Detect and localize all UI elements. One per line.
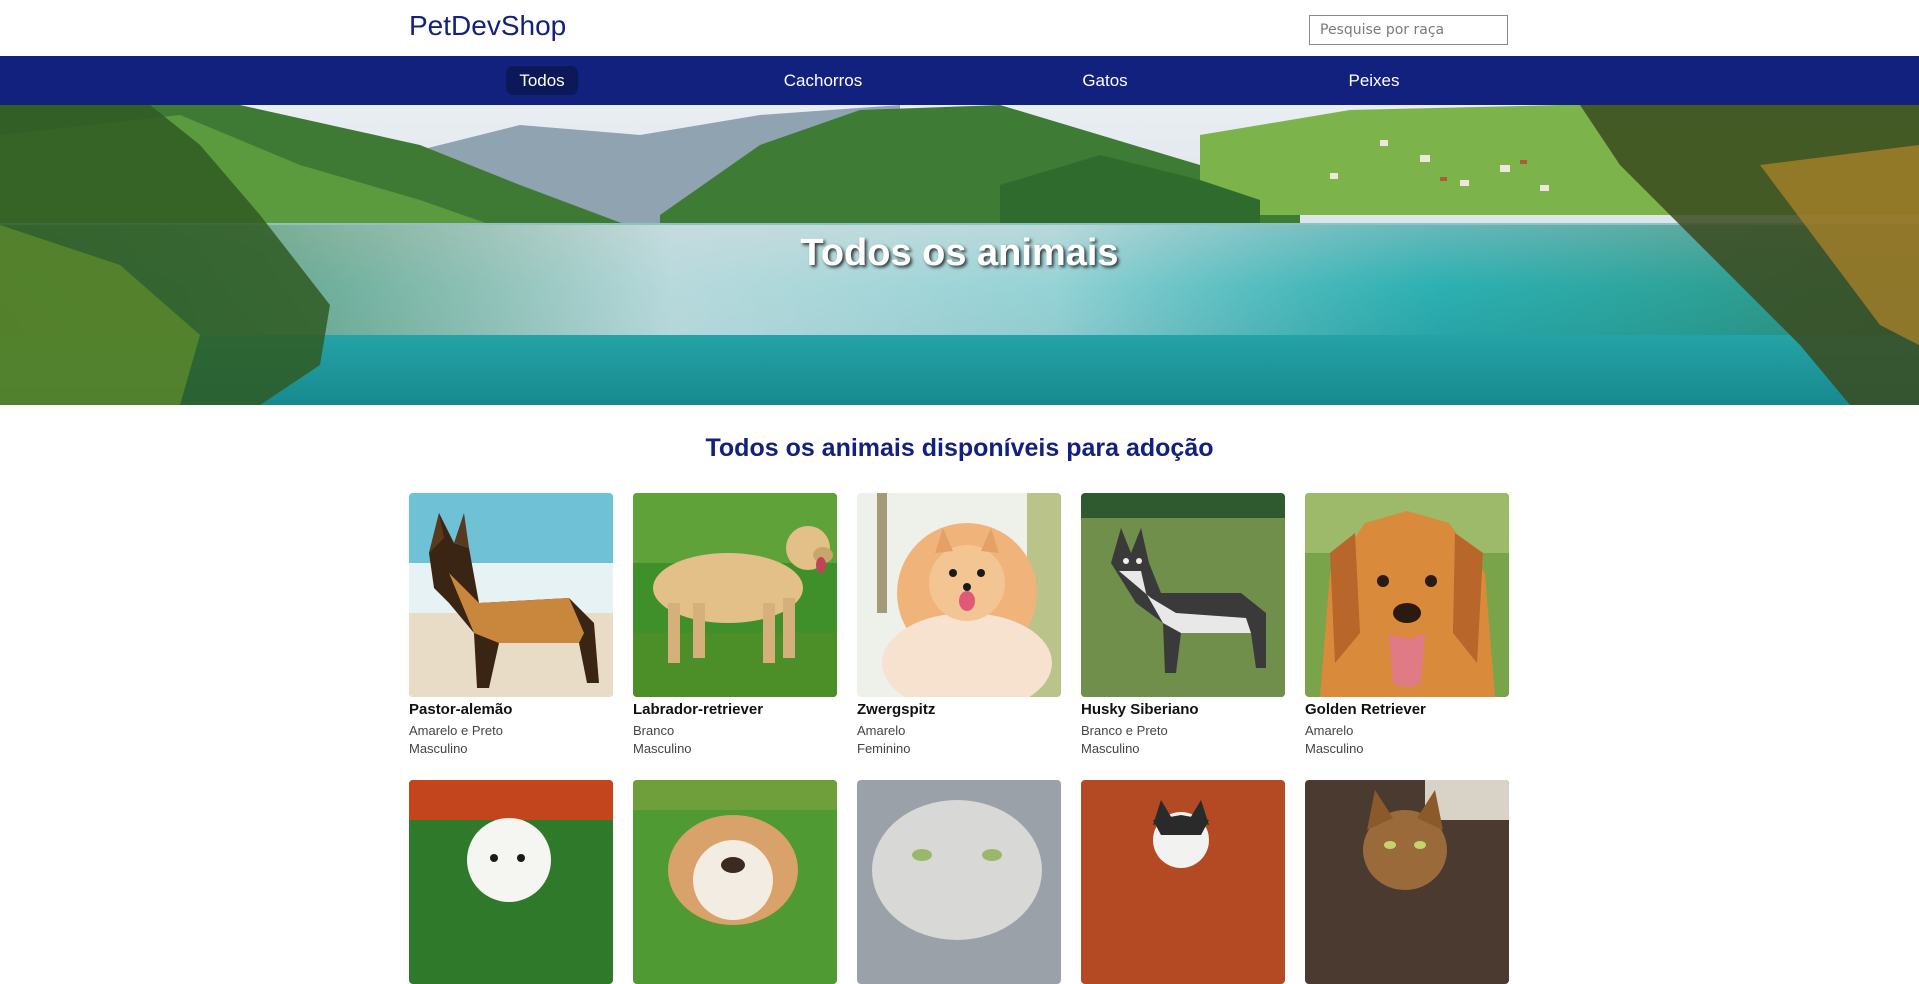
pet-card[interactable] <box>857 780 1061 984</box>
hero-banner: Todos os animais <box>0 105 1919 405</box>
pet-card[interactable]: Labrador-retriever Branco Masculino <box>633 493 837 756</box>
nav-item-peixes[interactable]: Peixes <box>1335 66 1413 95</box>
pet-name: Zwergspitz <box>857 701 936 718</box>
pet-photo <box>633 493 837 697</box>
pet-card[interactable]: Golden Retriever Amarelo Masculino <box>1305 493 1509 756</box>
pet-name: Husky Siberiano <box>1081 701 1199 718</box>
pet-sex: Masculino <box>1305 741 1364 756</box>
pet-photo <box>1081 493 1285 697</box>
pet-photo <box>1305 493 1509 697</box>
category-nav: Todos Cachorros Gatos Peixes <box>0 56 1919 105</box>
pet-color: Amarelo <box>1305 723 1354 738</box>
pet-card[interactable] <box>633 780 837 984</box>
pet-card[interactable]: Pastor-alemão Amarelo e Preto Masculino <box>409 493 613 756</box>
search-input[interactable] <box>1309 15 1508 45</box>
pet-color: Branco e Preto <box>1081 723 1168 738</box>
nav-item-todos[interactable]: Todos <box>506 66 578 95</box>
pet-photo <box>633 780 837 984</box>
pet-photo <box>409 780 613 984</box>
pet-name: Pastor-alemão <box>409 701 513 718</box>
pet-color: Amarelo e Preto <box>409 723 503 738</box>
pet-card[interactable] <box>1081 780 1285 984</box>
pet-sex: Feminino <box>857 741 911 756</box>
pet-photo <box>857 493 1061 697</box>
pet-photo <box>857 780 1061 984</box>
section-title: Todos os animais disponíveis para adoção <box>705 434 1214 462</box>
pet-card[interactable] <box>1305 780 1509 984</box>
pet-sex: Masculino <box>633 741 692 756</box>
pet-photo <box>1081 780 1285 984</box>
pet-card[interactable]: Husky Siberiano Branco e Preto Masculino <box>1081 493 1285 756</box>
nav-item-cachorros[interactable]: Cachorros <box>775 66 871 95</box>
site-logo[interactable]: PetDevShop <box>409 10 566 42</box>
pet-photo <box>1305 780 1509 984</box>
pet-color: Branco <box>633 723 675 738</box>
pet-name: Labrador-retriever <box>633 701 764 718</box>
pet-card[interactable] <box>409 780 613 984</box>
pet-card[interactable]: Zwergspitz Amarelo Feminino <box>857 493 1061 756</box>
pet-color: Amarelo <box>857 723 906 738</box>
pet-name: Golden Retriever <box>1305 701 1426 718</box>
top-header: PetDevShop <box>0 0 1919 56</box>
hero-title: Todos os animais <box>800 232 1119 274</box>
pet-photo <box>409 493 613 697</box>
nav-item-gatos[interactable]: Gatos <box>1066 66 1144 95</box>
pet-sex: Masculino <box>409 741 468 756</box>
pet-sex: Masculino <box>1081 741 1140 756</box>
